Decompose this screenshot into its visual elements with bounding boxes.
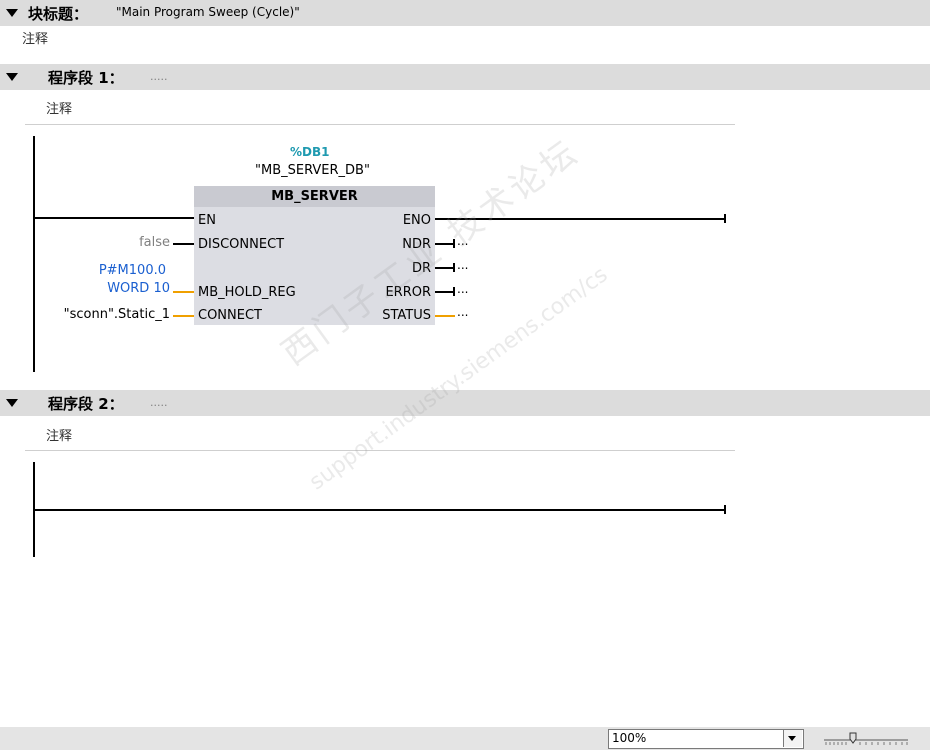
network-1-label: 程序段 1： [48, 69, 124, 87]
status-wire [435, 315, 455, 317]
network-1-power-rail [33, 136, 35, 372]
pin-mb-hold-reg: MB_HOLD_REG [198, 285, 296, 300]
zoom-slider[interactable] [822, 730, 910, 748]
hold-reg-wire [173, 291, 194, 293]
network-2-title[interactable]: ..... [150, 396, 167, 409]
network-2-label: 程序段 2： [48, 395, 124, 413]
param-disconnect[interactable]: false [110, 235, 170, 250]
collapse-block-icon[interactable] [6, 9, 18, 17]
en-wire [34, 217, 194, 219]
network-1-comment[interactable]: 注释 [46, 98, 72, 117]
block-title-value[interactable]: "Main Program Sweep (Cycle)" [116, 5, 300, 19]
collapse-network-1-icon[interactable] [6, 73, 18, 81]
param-hold-reg-pointer[interactable]: P#M100.0 [76, 263, 166, 278]
error-wire [435, 291, 455, 293]
network-1-title[interactable]: ..... [150, 70, 167, 83]
dr-output[interactable]: ... [457, 258, 468, 272]
disconnect-wire [173, 243, 194, 245]
eno-wire-end [724, 214, 726, 223]
param-hold-reg-length[interactable]: WORD 10 [76, 281, 170, 296]
mb-server-block-name: MB_SERVER [271, 189, 358, 204]
network-2-header [0, 390, 930, 416]
zoom-value: 100% [612, 731, 647, 745]
error-output[interactable]: ... [457, 282, 468, 296]
network-2-comment[interactable]: 注释 [46, 425, 72, 444]
chevron-down-icon [788, 736, 796, 741]
connect-wire [173, 315, 194, 317]
pin-disconnect: DISCONNECT [198, 237, 285, 252]
block-title-label: 块标题： [28, 5, 89, 23]
error-wire-end [453, 287, 455, 296]
network-1-comment-separator [25, 124, 735, 125]
collapse-network-2-icon[interactable] [6, 399, 18, 407]
zoom-slider-thumb [849, 732, 857, 744]
db-address: %DB1 [290, 145, 330, 159]
network-2-wire-end [724, 505, 726, 514]
network-2-wire [34, 509, 725, 511]
network-1-header [0, 64, 930, 90]
status-output[interactable]: ... [457, 305, 468, 319]
param-connect[interactable]: "sconn".Static_1 [40, 307, 170, 322]
pin-en: EN [198, 213, 216, 228]
block-comment[interactable]: 注释 [22, 28, 48, 47]
dr-wire-end [453, 263, 455, 272]
pin-connect: CONNECT [198, 308, 262, 323]
db-name[interactable]: "MB_SERVER_DB" [255, 163, 370, 178]
